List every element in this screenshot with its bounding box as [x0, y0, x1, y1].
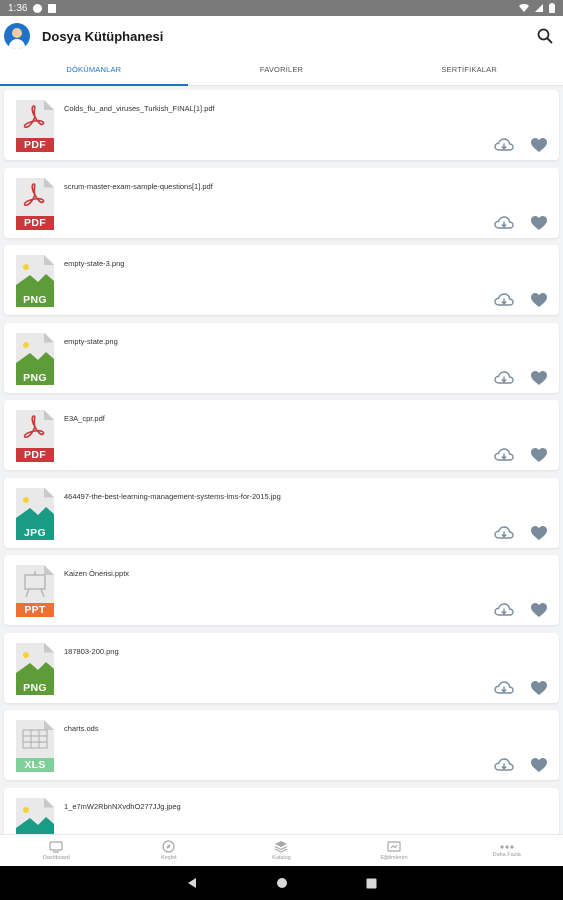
spreadsheet-file-icon: XLS [16, 720, 54, 772]
presentation-file-icon: PPT [16, 565, 54, 617]
file-name: Colds_flu_and_viruses_Turkish_FINAL[1].p… [64, 104, 215, 113]
file-list: PDF Colds_flu_and_viruses_Turkish_FINAL[1… [0, 86, 563, 834]
compass-icon [162, 840, 175, 853]
heart-icon[interactable] [530, 525, 548, 541]
file-card[interactable]: JPG 464497-the-best-learning-management-s… [4, 477, 559, 548]
file-name: 187803-200.png [64, 646, 119, 656]
file-name: Kaizen Önerisi.pptx [64, 569, 130, 578]
file-type-badge: JPG [16, 525, 54, 540]
download-icon[interactable] [494, 215, 514, 231]
tab-documents[interactable]: DÖKÜMANLAR [0, 56, 188, 86]
tab-certificates[interactable]: SERTİFİKALAR [375, 56, 563, 85]
download-icon[interactable] [494, 370, 514, 386]
nav-more[interactable]: Daha Fazla [450, 835, 563, 866]
recents-icon[interactable] [366, 878, 377, 889]
nav-trainings-label: Eğitimlerim [380, 854, 408, 861]
nav-trainings[interactable]: Eğitimlerim [338, 835, 451, 866]
nav-dashboard-label: Dashboard [42, 854, 70, 861]
heart-icon[interactable] [530, 757, 548, 773]
file-card[interactable]: PPT Kaizen Önerisi.pptx [4, 555, 559, 625]
file-name: 1_e7mW2RbnNXvdhO277JJg.jpeg [64, 801, 181, 811]
pdf-file-icon: PDF [16, 100, 54, 152]
file-card[interactable]: XLS charts.ods [4, 710, 559, 780]
layers-icon [275, 841, 288, 853]
file-type-badge: PNG [16, 370, 54, 385]
back-icon[interactable] [186, 877, 198, 889]
download-icon[interactable] [494, 137, 514, 153]
nav-catalog[interactable]: Katalog [225, 835, 338, 866]
heart-icon[interactable] [530, 447, 548, 463]
nav-more-label: Daha Fazla [492, 851, 521, 858]
heart-icon[interactable] [530, 137, 548, 153]
dashboard-icon [49, 840, 63, 853]
heart-icon[interactable] [530, 215, 548, 231]
trainings-icon [387, 840, 401, 852]
download-icon[interactable] [494, 757, 514, 773]
wifi-icon [519, 4, 529, 12]
status-time: 1:36 [8, 2, 28, 14]
heart-icon[interactable] [530, 292, 548, 308]
nav-dashboard[interactable]: Dashboard [0, 835, 113, 866]
search-button[interactable] [531, 22, 559, 50]
file-type-badge: PDF [16, 448, 54, 462]
file-name: scrum-master-exam-sample-questions[1].pd… [64, 181, 213, 191]
image-file-icon: PNG [16, 255, 54, 307]
storage-icon [48, 3, 57, 13]
file-type-badge: XLS [16, 758, 54, 772]
signal-icon [535, 4, 543, 12]
file-card[interactable]: PDF E3A_cpr.pdf [4, 400, 559, 470]
pdf-file-icon: PDF [16, 177, 54, 230]
battery-icon [549, 3, 555, 13]
page-title: Dosya Kütüphanesi [42, 28, 164, 44]
more-icon [500, 844, 514, 849]
file-name: empty-state.png [64, 336, 118, 346]
search-icon [537, 28, 553, 44]
download-icon[interactable] [494, 602, 514, 618]
image-file-icon: PNG [16, 332, 54, 385]
nav-discover[interactable]: Keşfet [113, 835, 226, 866]
file-card[interactable]: PNG empty-state-3.png [4, 245, 559, 315]
file-card[interactable]: PDF Colds_flu_and_viruses_Turkish_FINAL[1… [4, 90, 559, 160]
file-type-badge: PNG [16, 293, 54, 307]
system-nav-bar [0, 866, 563, 900]
file-name: charts.ods [64, 724, 99, 733]
bottom-nav: Dashboard Keşfet Katalog Eğitimlerim Dah… [0, 834, 563, 866]
tab-favorites[interactable]: FAVORİLER [188, 56, 376, 85]
file-name: E3A_cpr.pdf [64, 414, 105, 423]
file-type-badge: PPT [16, 603, 54, 617]
download-icon[interactable] [494, 525, 514, 541]
tab-bar: DÖKÜMANLAR FAVORİLER SERTİFİKALAR [0, 56, 563, 86]
heart-icon[interactable] [530, 680, 548, 696]
file-card[interactable]: PNG 187803-200.png [4, 632, 559, 703]
file-card[interactable]: PNG empty-state.png [4, 322, 559, 393]
status-bar: 1:36 [0, 0, 563, 16]
image-file-icon [16, 797, 54, 834]
file-name: empty-state-3.png [64, 259, 125, 268]
heart-icon[interactable] [530, 602, 548, 618]
file-card[interactable]: 1_e7mW2RbnNXvdhO277JJg.jpeg [4, 787, 559, 834]
download-icon[interactable] [494, 292, 514, 308]
file-card[interactable]: PDF scrum-master-exam-sample-questions[1]… [4, 167, 559, 238]
avatar[interactable] [4, 23, 30, 49]
image-file-icon: JPG [16, 487, 54, 540]
heart-icon[interactable] [530, 370, 548, 386]
file-type-badge: PDF [16, 138, 54, 152]
home-icon[interactable] [276, 877, 288, 889]
app-bar: Dosya Kütüphanesi [0, 16, 563, 56]
download-icon[interactable] [494, 447, 514, 463]
nav-discover-label: Keşfet [161, 855, 177, 861]
file-type-badge: PDF [16, 215, 54, 230]
file-type-badge: PNG [16, 680, 54, 695]
image-file-icon: PNG [16, 642, 54, 695]
nav-catalog-label: Katalog [272, 855, 291, 861]
download-icon[interactable] [494, 680, 514, 696]
pdf-file-icon: PDF [16, 410, 54, 462]
file-name: 464497-the-best-learning-management-syst… [64, 491, 281, 501]
notification-icon [33, 3, 43, 13]
